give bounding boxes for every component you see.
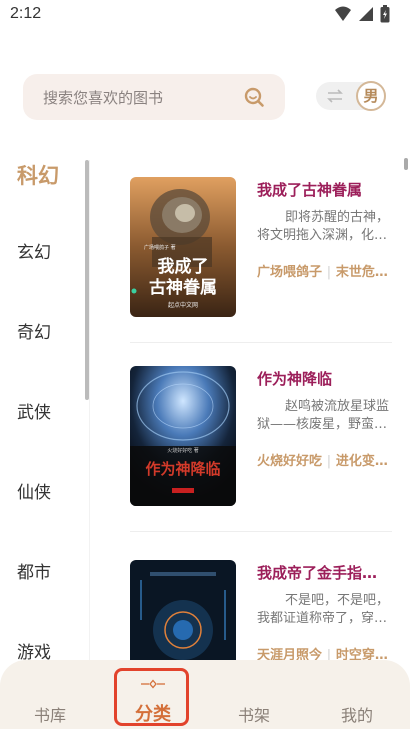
book-title[interactable]: 我成了古神眷属 [257, 179, 397, 200]
book-desc-line: 我都证道称帝了，穿… [257, 611, 388, 626]
book-title[interactable]: 我成帝了金手指… [257, 562, 397, 583]
book-cover-art: 广场喂鸽子 著 我成了 古神眷属 起点中文网 [130, 177, 236, 317]
status-icons [334, 5, 390, 23]
nav-mine[interactable]: 我的 [341, 702, 373, 726]
svg-text:火烧好好吃 著: 火烧好好吃 著 [167, 447, 199, 454]
book-description: 不是吧，不是吧， 我都证道称帝了，穿… [257, 592, 393, 628]
book-list-scrollbar[interactable] [404, 158, 408, 170]
status-time: 2:12 [10, 5, 42, 22]
battery-icon [380, 5, 390, 23]
sidebar-scrollbar[interactable] [85, 160, 89, 400]
book-tag: 进化变… [335, 454, 388, 469]
book-cover[interactable]: 火烧好好吃 著 作为神降临 [130, 366, 236, 506]
book-desc-line: 即将苏醒的古神， [285, 210, 390, 225]
book-tag: 末世危… [335, 265, 388, 280]
status-bar: 2:12 [0, 0, 410, 30]
book-author: 火烧好好吃 [257, 454, 323, 469]
book-description: 赵鸣被流放星球监 狱——核废星，野蛮… [257, 398, 393, 434]
search-bar[interactable]: 搜索您喜欢的图书 [23, 74, 285, 120]
book-meta: 火烧好好吃 | 进化变… [257, 454, 388, 469]
book-cover[interactable]: 广场喂鸽子 著 我成了 古神眷属 起点中文网 [130, 177, 236, 317]
svg-text:起点中文网: 起点中文网 [168, 301, 198, 309]
nav-bookshelf[interactable]: 书架 [238, 702, 270, 726]
svg-text:广场喂鸽子 著: 广场喂鸽子 著 [144, 244, 176, 251]
sidebar-track [89, 160, 90, 660]
book-title[interactable]: 作为神降临 [257, 368, 397, 389]
list-divider [130, 531, 392, 532]
svg-text:古神眷属: 古神眷属 [149, 277, 217, 298]
nav-library[interactable]: 书库 [34, 702, 66, 726]
book-item[interactable]: 广场喂鸽子 著 我成了 古神眷属 起点中文网 我成了古神眷属 即将苏醒的古神， … [130, 177, 395, 317]
bottom-nav: 书库 分类 书架 我的 [0, 660, 410, 729]
book-desc-line: 赵鸣被流放星球监 [285, 399, 390, 414]
category-item-scifi[interactable]: 科幻 [17, 160, 87, 190]
category-item-xuanhuan[interactable]: 玄幻 [17, 238, 87, 263]
svg-text:作为神降临: 作为神降临 [145, 460, 220, 478]
swap-icon [327, 89, 343, 103]
signal-icon [359, 7, 373, 21]
book-desc-line: 将文明拖入深渊，化… [257, 228, 388, 243]
category-item-xianxia[interactable]: 仙侠 [17, 478, 87, 503]
book-desc-line: 不是吧，不是吧， [285, 593, 390, 608]
category-item-wuxia[interactable]: 武侠 [17, 398, 87, 423]
search-placeholder: 搜索您喜欢的图书 [43, 89, 164, 107]
book-item[interactable]: 火烧好好吃 著 作为神降临 作为神降临 赵鸣被流放星球监 狱——核废星，野蛮… … [130, 366, 395, 506]
book-meta: 广场喂鸽子 | 末世危… [257, 265, 388, 280]
book-cover-art: 火烧好好吃 著 作为神降临 [130, 366, 236, 506]
category-item-qihuan[interactable]: 奇幻 [17, 318, 87, 343]
wifi-icon [335, 6, 351, 21]
book-description: 即将苏醒的古神， 将文明拖入深渊，化… [257, 209, 393, 245]
book-desc-line: 狱——核废星，野蛮… [257, 417, 388, 432]
category-item-dushi[interactable]: 都市 [17, 558, 87, 583]
gender-badge[interactable]: 男 [356, 81, 386, 111]
nav-category-highlight [114, 668, 189, 726]
search-icon[interactable] [243, 86, 265, 108]
book-author: 广场喂鸽子 [257, 265, 323, 280]
svg-text:我成了: 我成了 [158, 256, 209, 277]
list-divider [130, 342, 392, 343]
